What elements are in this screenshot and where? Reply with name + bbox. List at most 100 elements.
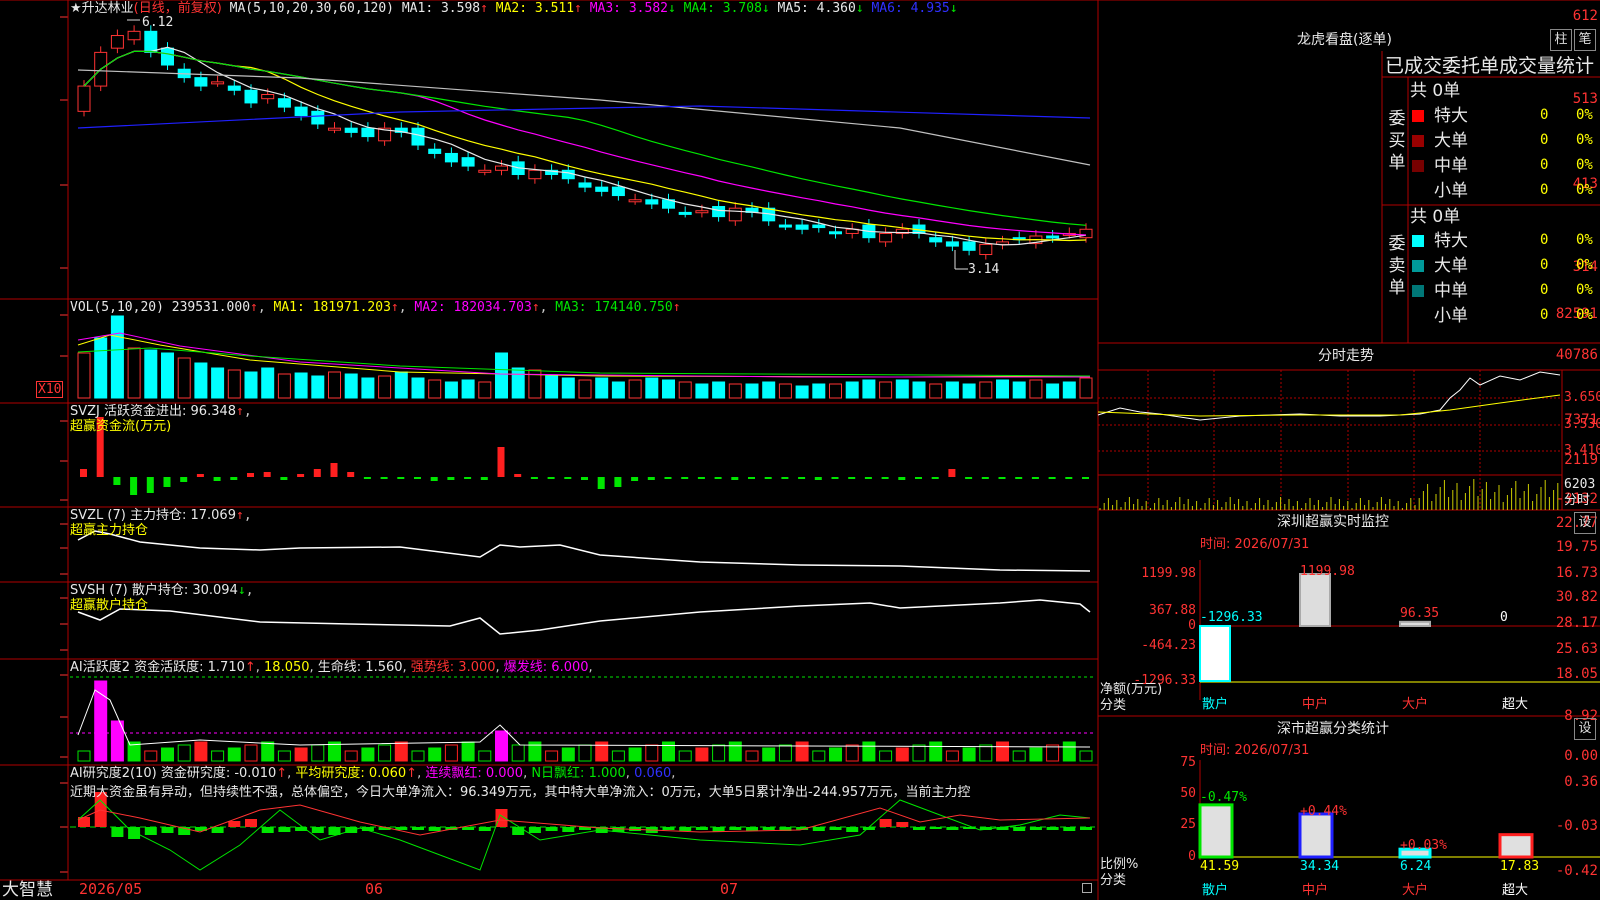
- period-label[interactable]: (日线，前复权): [134, 1, 222, 16]
- svzj-bar: [80, 469, 87, 477]
- monitor-settings-button[interactable]: 设: [1574, 512, 1596, 534]
- svzl-header: SVZL (7) 主力持仓: 17.069↑,: [70, 508, 252, 523]
- svzj-bar: [280, 477, 288, 480]
- classify-bar: [1198, 803, 1234, 859]
- stock-name[interactable]: ★升达林业: [70, 1, 134, 16]
- date-label-jun: 06: [365, 880, 384, 898]
- classify-category: 中户: [1302, 883, 1329, 898]
- ma-arrow-3: ↓: [667, 1, 676, 16]
- ai1-bar: [578, 744, 592, 762]
- ai1-bar: [728, 741, 742, 762]
- row-name: 中单: [1434, 156, 1468, 176]
- ai1-header: AI活跃度2 资金活跃度: 1.710↑, 18.050, 生命线: 1.560…: [70, 660, 593, 675]
- ai1-bar: [478, 750, 492, 762]
- ma-values: MA1: 3.598↑ MA2: 3.511↑ MA3: 3.582↓ MA4:…: [402, 1, 958, 16]
- ai2-bar: [412, 827, 424, 830]
- vol-bar: [662, 379, 675, 399]
- ai1-bar: [161, 747, 174, 762]
- ai2-line: [77, 804, 1091, 836]
- ai1-bar: [1012, 750, 1026, 762]
- monitor-y-tick: 367.88: [1149, 603, 1196, 618]
- candle: [77, 85, 91, 112]
- row-name: 小单: [1434, 181, 1468, 201]
- ai2-bar: [896, 822, 909, 827]
- row-pct: 0%: [1576, 232, 1593, 248]
- svzj-bar: [998, 477, 1006, 479]
- row-swatch: [1412, 135, 1424, 147]
- classify-settings-button[interactable]: 设: [1574, 718, 1596, 740]
- ai2-bar: [211, 827, 224, 833]
- y-tick: 513: [1572, 91, 1598, 107]
- ai1-bar: [77, 750, 91, 762]
- ai1-bar: [778, 744, 792, 762]
- row-name: 大单: [1434, 131, 1468, 151]
- date-label-jul: 07: [720, 880, 739, 898]
- ma-line: [83, 50, 1087, 236]
- ai1-bar: [561, 747, 575, 762]
- monitor-y-tick: -464.23: [1141, 638, 1196, 653]
- monitor-category: 超大: [1502, 697, 1529, 712]
- svzj-bar: [547, 477, 555, 479]
- candle: [611, 186, 625, 197]
- ai1-bar: [545, 750, 559, 762]
- candle: [528, 169, 542, 180]
- monitor-category: 散户: [1202, 697, 1229, 712]
- ai1-bar: [812, 750, 826, 762]
- bar-mode-button[interactable]: 柱: [1550, 29, 1572, 51]
- vol-bar: [778, 383, 792, 399]
- candle: [244, 89, 258, 104]
- ai2-bar: [545, 827, 558, 831]
- svzj-bar: [965, 477, 973, 479]
- ai1-bar: [845, 744, 859, 762]
- tick-mode-button[interactable]: 笔: [1574, 29, 1596, 51]
- svzj-bar: [380, 477, 388, 479]
- ai1-bar: [979, 744, 993, 762]
- y-tick: 40786: [1555, 347, 1598, 363]
- svzj-bar: [848, 477, 856, 479]
- svzl-sub: 超赢主力持仓: [70, 523, 149, 538]
- ai2-bar: [1013, 827, 1026, 831]
- ai1-bar: [945, 750, 959, 762]
- svzj-header: SVZJ 活跃资金进出: 96.348↑,: [70, 404, 252, 419]
- ai2-bar: [913, 827, 925, 830]
- vol-ma1: MA1: 181971.203: [273, 300, 391, 315]
- classify-delta: +0.03%: [1400, 838, 1447, 853]
- row-count: 0: [1540, 182, 1549, 198]
- monitor-y-unit: 净额(万元): [1100, 682, 1163, 697]
- vol-bar: [127, 347, 141, 399]
- ai1-bar: [862, 741, 876, 762]
- svzl-line: [77, 530, 1091, 572]
- candle: [161, 47, 174, 66]
- candle: [728, 207, 742, 222]
- vol-bar: [962, 383, 976, 399]
- ma-value-6: MA6: 4.935: [863, 1, 950, 16]
- lock-icon[interactable]: [1082, 883, 1092, 893]
- classify-y-tick: 50: [1180, 786, 1196, 801]
- svzj-bar: [915, 477, 922, 479]
- svzj-bar: [597, 477, 605, 489]
- vol-bar: [444, 381, 458, 399]
- svzj-bar: [180, 477, 188, 482]
- svzj-bar: [313, 469, 321, 477]
- candle: [461, 157, 475, 167]
- svzj-bar: [664, 477, 672, 479]
- ai1-bar: [712, 744, 726, 762]
- svsh-label: SVSH (7) 散户持仓: 30.094: [70, 583, 238, 598]
- row-pct: 0%: [1576, 282, 1593, 298]
- vol-bar: [795, 385, 809, 399]
- vol-bar: [728, 383, 742, 399]
- ma-line: [83, 50, 1087, 226]
- vol-unit-badge[interactable]: X10: [36, 381, 64, 398]
- svzj-bar: [213, 477, 221, 481]
- row-swatch: [1412, 110, 1424, 122]
- vol-bar: [862, 379, 876, 399]
- monitor-y-tick: 1199.98: [1141, 566, 1196, 581]
- candle: [812, 224, 826, 229]
- svzj-bar: [564, 477, 572, 479]
- vol-bar: [511, 367, 525, 399]
- ai1-bar: [294, 747, 308, 762]
- row-count: 0: [1540, 107, 1549, 123]
- intraday-title: 分时走势: [1318, 348, 1374, 364]
- svzj-bar: [230, 477, 238, 480]
- vol-bar: [294, 372, 308, 399]
